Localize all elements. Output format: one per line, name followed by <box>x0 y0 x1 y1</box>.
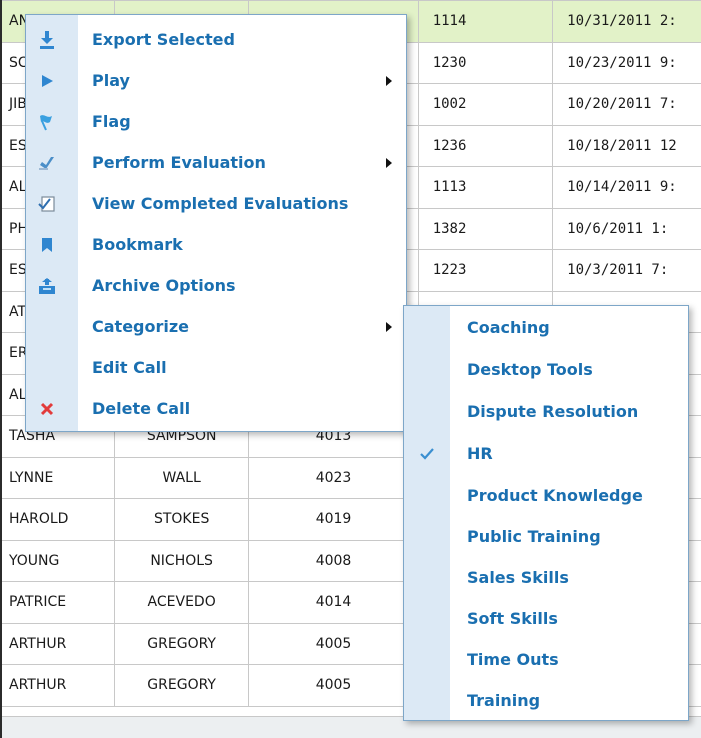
cell-extension: 4019 <box>248 498 419 541</box>
cell-date: 10/6/2011 1: <box>552 207 701 250</box>
cell-last-name: WALL <box>113 456 250 499</box>
cell-date: 10/14/2011 9: <box>552 166 701 209</box>
menu-item-label: Categorize <box>92 317 190 336</box>
cell-date: 10/31/2011 2: <box>552 0 701 43</box>
menu-item-delete-call[interactable]: Delete Call <box>26 388 406 429</box>
play-icon <box>36 70 58 92</box>
menu-item-label: Soft Skills <box>467 609 558 628</box>
cell-last-name: GREGORY <box>113 622 250 665</box>
menu-item-categorize[interactable]: Categorize <box>26 306 406 347</box>
category-item-soft-skills[interactable]: Soft Skills <box>404 598 688 639</box>
cell-last-name: ACEVEDO <box>113 581 250 624</box>
menu-item-label: HR <box>467 444 493 463</box>
menu-item-label: Perform Evaluation <box>92 153 266 172</box>
cell-number: 1382 <box>417 207 554 250</box>
menu-item-edit-call[interactable]: Edit Call <box>26 347 406 388</box>
cell-last-name: GREGORY <box>113 664 250 707</box>
cell-first-name: HAROLD <box>0 498 115 541</box>
menu-item-bookmark[interactable]: Bookmark <box>26 224 406 265</box>
menu-item-label: Product Knowledge <box>467 486 643 505</box>
submenu-arrow-icon <box>386 321 392 332</box>
menu-item-view-completed-evaluations[interactable]: View Completed Evaluations <box>26 183 406 224</box>
menu-item-label: Flag <box>92 112 131 131</box>
category-item-dispute-resolution[interactable]: Dispute Resolution <box>404 391 688 432</box>
menu-item-play[interactable]: Play <box>26 60 406 101</box>
cell-number: 1114 <box>417 0 554 43</box>
menu-item-label: Coaching <box>467 318 550 337</box>
menu-item-label: Archive Options <box>92 276 236 295</box>
cell-number: 1113 <box>417 166 554 209</box>
category-item-training[interactable]: Training <box>404 680 688 721</box>
cell-extension: 4008 <box>248 539 419 582</box>
cell-number: 1223 <box>417 249 554 292</box>
export-icon <box>36 29 58 51</box>
cell-date: 10/23/2011 9: <box>552 41 701 84</box>
category-item-hr[interactable]: HR <box>404 433 688 474</box>
checkmark-icon <box>416 443 438 465</box>
cell-extension: 4023 <box>248 456 419 499</box>
cell-extension: 4005 <box>248 664 419 707</box>
cell-last-name: STOKES <box>113 498 250 541</box>
cell-first-name: ARTHUR <box>0 664 115 707</box>
cell-first-name: PATRICE <box>0 581 115 624</box>
cell-extension: 4005 <box>248 622 419 665</box>
cell-number: 1236 <box>417 124 554 167</box>
menu-item-export-selected[interactable]: Export Selected <box>26 19 406 60</box>
menu-item-flag[interactable]: Flag <box>26 101 406 142</box>
category-item-desktop-tools[interactable]: Desktop Tools <box>404 349 688 390</box>
menu-item-archive-options[interactable]: Archive Options <box>26 265 406 306</box>
menu-item-label: Dispute Resolution <box>467 402 639 421</box>
categorize-submenu: Coaching Desktop Tools Dispute Resolutio… <box>403 305 689 721</box>
cell-first-name: LYNNE <box>0 456 115 499</box>
cell-number: 1230 <box>417 41 554 84</box>
menu-item-label: Play <box>92 71 130 90</box>
menu-item-label: Public Training <box>467 527 601 546</box>
grid-left-border <box>0 0 2 738</box>
evaluation-icon <box>36 152 58 174</box>
category-item-time-outs[interactable]: Time Outs <box>404 639 688 680</box>
menu-item-label: Training <box>467 691 541 710</box>
category-item-public-training[interactable]: Public Training <box>404 516 688 557</box>
menu-item-label: Sales Skills <box>467 568 569 587</box>
flag-icon <box>36 111 58 133</box>
delete-icon <box>36 398 58 420</box>
archive-icon <box>36 275 58 297</box>
menu-item-label: View Completed Evaluations <box>92 194 349 213</box>
cell-first-name: YOUNG <box>0 539 115 582</box>
menu-item-label: Export Selected <box>92 30 235 49</box>
cell-date: 10/18/2011 12 <box>552 124 701 167</box>
cell-first-name: ARTHUR <box>0 622 115 665</box>
bookmark-icon <box>36 234 58 256</box>
submenu-arrow-icon <box>386 75 392 86</box>
category-item-product-knowledge[interactable]: Product Knowledge <box>404 475 688 516</box>
category-item-coaching[interactable]: Coaching <box>404 307 688 348</box>
cell-number: 1002 <box>417 83 554 126</box>
menu-item-label: Bookmark <box>92 235 183 254</box>
context-menu: Export Selected Play Flag Perform Evalua… <box>25 14 407 432</box>
menu-item-label: Delete Call <box>92 399 191 418</box>
cell-date: 10/20/2011 7: <box>552 83 701 126</box>
completed-evaluations-icon <box>36 193 58 215</box>
category-item-sales-skills[interactable]: Sales Skills <box>404 557 688 598</box>
submenu-arrow-icon <box>386 157 392 168</box>
cell-date: 10/3/2011 7: <box>552 249 701 292</box>
menu-item-label: Desktop Tools <box>467 360 593 379</box>
cell-extension: 4014 <box>248 581 419 624</box>
menu-item-label: Edit Call <box>92 358 167 377</box>
menu-item-perform-evaluation[interactable]: Perform Evaluation <box>26 142 406 183</box>
cell-last-name: NICHOLS <box>113 539 250 582</box>
menu-item-label: Time Outs <box>467 650 559 669</box>
